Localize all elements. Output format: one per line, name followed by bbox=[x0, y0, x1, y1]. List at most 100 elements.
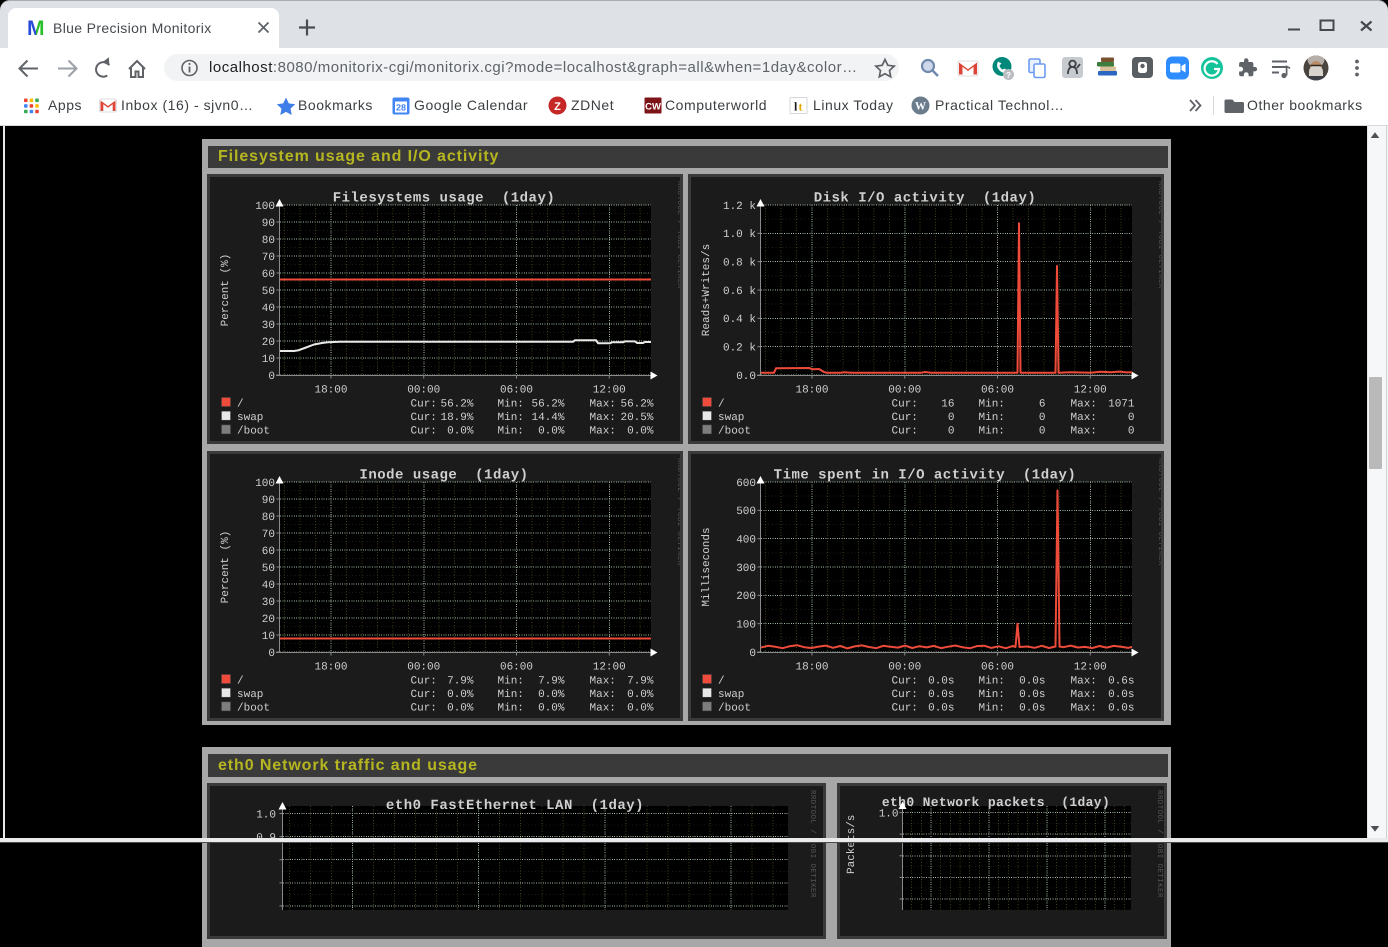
svg-text:Max:: Max: bbox=[1071, 689, 1097, 701]
svg-text:0.0%: 0.0% bbox=[627, 426, 654, 438]
svg-text:M: M bbox=[27, 17, 45, 40]
svg-text:Max:: Max: bbox=[590, 398, 616, 410]
svg-text:6: 6 bbox=[1039, 398, 1046, 410]
svg-text:Max:: Max: bbox=[590, 675, 616, 687]
svg-text:/: / bbox=[237, 398, 244, 410]
svg-text:1.0 k: 1.0 k bbox=[723, 229, 756, 241]
svg-text:0.0s: 0.0s bbox=[1108, 689, 1134, 701]
svg-text:18.9%: 18.9% bbox=[440, 412, 473, 424]
svg-text:0.0s: 0.0s bbox=[928, 675, 954, 687]
svg-text:20.5%: 20.5% bbox=[620, 412, 653, 424]
svg-text:0.6s: 0.6s bbox=[1108, 675, 1134, 687]
svg-text:0.0s: 0.0s bbox=[1019, 689, 1045, 701]
svg-text:0.4 k: 0.4 k bbox=[723, 314, 756, 326]
svg-text:/: / bbox=[718, 675, 725, 687]
svg-text:100: 100 bbox=[255, 201, 275, 213]
svg-text:0.2 k: 0.2 k bbox=[723, 342, 756, 354]
svg-text:0.0%: 0.0% bbox=[627, 689, 654, 701]
svg-text:Max:: Max: bbox=[1071, 703, 1097, 715]
svg-text:Cur:: Cur: bbox=[892, 426, 918, 438]
svg-text:70: 70 bbox=[262, 252, 275, 264]
svg-text:Cur:: Cur: bbox=[411, 675, 437, 687]
svg-text:90: 90 bbox=[262, 218, 275, 230]
svg-text:Max:: Max: bbox=[1071, 675, 1097, 687]
svg-text:18:00: 18:00 bbox=[795, 385, 828, 397]
svg-text:Max:: Max: bbox=[1071, 398, 1097, 410]
svg-text:0.0%: 0.0% bbox=[538, 426, 565, 438]
svg-text:Min:: Min: bbox=[979, 689, 1005, 701]
svg-text:Time spent in I/O activity (1: Time spent in I/O activity (1day) bbox=[774, 468, 1077, 484]
svg-text:06:00: 06:00 bbox=[981, 385, 1014, 397]
svg-text:Packets/s: Packets/s bbox=[846, 815, 858, 874]
svg-text:Reads+Writes/s: Reads+Writes/s bbox=[701, 244, 713, 336]
svg-text:06:00: 06:00 bbox=[500, 662, 533, 674]
svg-text:1.2 k: 1.2 k bbox=[723, 201, 756, 213]
svg-text:80: 80 bbox=[262, 512, 275, 524]
svg-text:0: 0 bbox=[948, 412, 955, 424]
svg-text:7.9%: 7.9% bbox=[538, 675, 565, 687]
svg-text:Cur:: Cur: bbox=[892, 689, 918, 701]
svg-text:10: 10 bbox=[262, 354, 275, 366]
svg-text:90: 90 bbox=[262, 495, 275, 507]
svg-text:0: 0 bbox=[749, 648, 756, 660]
svg-text:60: 60 bbox=[262, 269, 275, 281]
svg-text:00:00: 00:00 bbox=[888, 385, 921, 397]
svg-text:0.0: 0.0 bbox=[736, 371, 756, 383]
svg-text:t: t bbox=[799, 100, 803, 114]
svg-text:Max:: Max: bbox=[590, 703, 616, 715]
svg-text:18:00: 18:00 bbox=[314, 662, 347, 674]
svg-text:7.9%: 7.9% bbox=[447, 675, 474, 687]
svg-text:80: 80 bbox=[262, 235, 275, 247]
svg-text:/boot: /boot bbox=[237, 426, 270, 438]
svg-text:12:00: 12:00 bbox=[593, 662, 626, 674]
svg-text:Cur:: Cur: bbox=[892, 412, 918, 424]
svg-text:RRDTOOL / TOBI OETIKER: RRDTOOL / TOBI OETIKER bbox=[808, 790, 817, 898]
svg-text:Cur:: Cur: bbox=[411, 412, 437, 424]
svg-text:40: 40 bbox=[262, 303, 275, 315]
svg-text:Max:: Max: bbox=[590, 426, 616, 438]
svg-text:0.0s: 0.0s bbox=[1108, 703, 1134, 715]
svg-text:12:00: 12:00 bbox=[1074, 662, 1107, 674]
svg-text:CW: CW bbox=[645, 102, 661, 113]
svg-text:12:00: 12:00 bbox=[1074, 385, 1107, 397]
svg-text:RRDTOOL / TOBI OETIKER: RRDTOOL / TOBI OETIKER bbox=[1155, 790, 1164, 898]
svg-text:RRDTOOL / TOBI OETIKER: RRDTOOL / TOBI OETIKER bbox=[1156, 181, 1161, 289]
svg-text:06:00: 06:00 bbox=[981, 662, 1014, 674]
svg-text:0.6 k: 0.6 k bbox=[723, 286, 756, 298]
svg-text:06:00: 06:00 bbox=[500, 385, 533, 397]
svg-text:1.0: 1.0 bbox=[879, 808, 899, 820]
svg-text:Cur:: Cur: bbox=[892, 675, 918, 687]
svg-text:18:00: 18:00 bbox=[795, 662, 828, 674]
svg-text:Min:: Min: bbox=[979, 398, 1005, 410]
svg-text:Cur:: Cur: bbox=[892, 398, 918, 410]
svg-text:16: 16 bbox=[941, 398, 954, 410]
svg-text:/boot: /boot bbox=[718, 703, 751, 715]
svg-text:1.0: 1.0 bbox=[256, 809, 276, 821]
svg-text:0.0s: 0.0s bbox=[928, 703, 954, 715]
svg-text:30: 30 bbox=[262, 597, 275, 609]
svg-text:400: 400 bbox=[736, 534, 756, 546]
svg-text:0: 0 bbox=[1039, 412, 1046, 424]
svg-text:Filesystems usage (1day): Filesystems usage (1day) bbox=[333, 191, 556, 207]
svg-text:300: 300 bbox=[736, 563, 756, 575]
svg-text:0.0%: 0.0% bbox=[538, 703, 565, 715]
svg-text:200: 200 bbox=[736, 591, 756, 603]
svg-text:56.2%: 56.2% bbox=[531, 398, 564, 410]
svg-text:Min:: Min: bbox=[979, 426, 1005, 438]
svg-text:Z: Z bbox=[554, 101, 561, 113]
svg-text:Min:: Min: bbox=[498, 689, 524, 701]
svg-text:0: 0 bbox=[1128, 412, 1135, 424]
svg-text:40: 40 bbox=[262, 580, 275, 592]
svg-text:60: 60 bbox=[262, 546, 275, 558]
svg-text:Percent (%): Percent (%) bbox=[220, 254, 232, 327]
svg-text:?: ? bbox=[1006, 70, 1011, 80]
svg-text:7.9%: 7.9% bbox=[627, 675, 654, 687]
svg-text:0.0s: 0.0s bbox=[1019, 703, 1045, 715]
svg-text:0: 0 bbox=[1039, 426, 1046, 438]
svg-text:swap: swap bbox=[718, 689, 744, 701]
svg-text:RRDTOOL / TOBI OETIKER: RRDTOOL / TOBI OETIKER bbox=[675, 181, 680, 289]
svg-text:Min:: Min: bbox=[498, 426, 524, 438]
svg-text:30: 30 bbox=[262, 320, 275, 332]
svg-text:0.0%: 0.0% bbox=[447, 689, 474, 701]
svg-text:Inode usage (1day): Inode usage (1day) bbox=[359, 468, 528, 484]
